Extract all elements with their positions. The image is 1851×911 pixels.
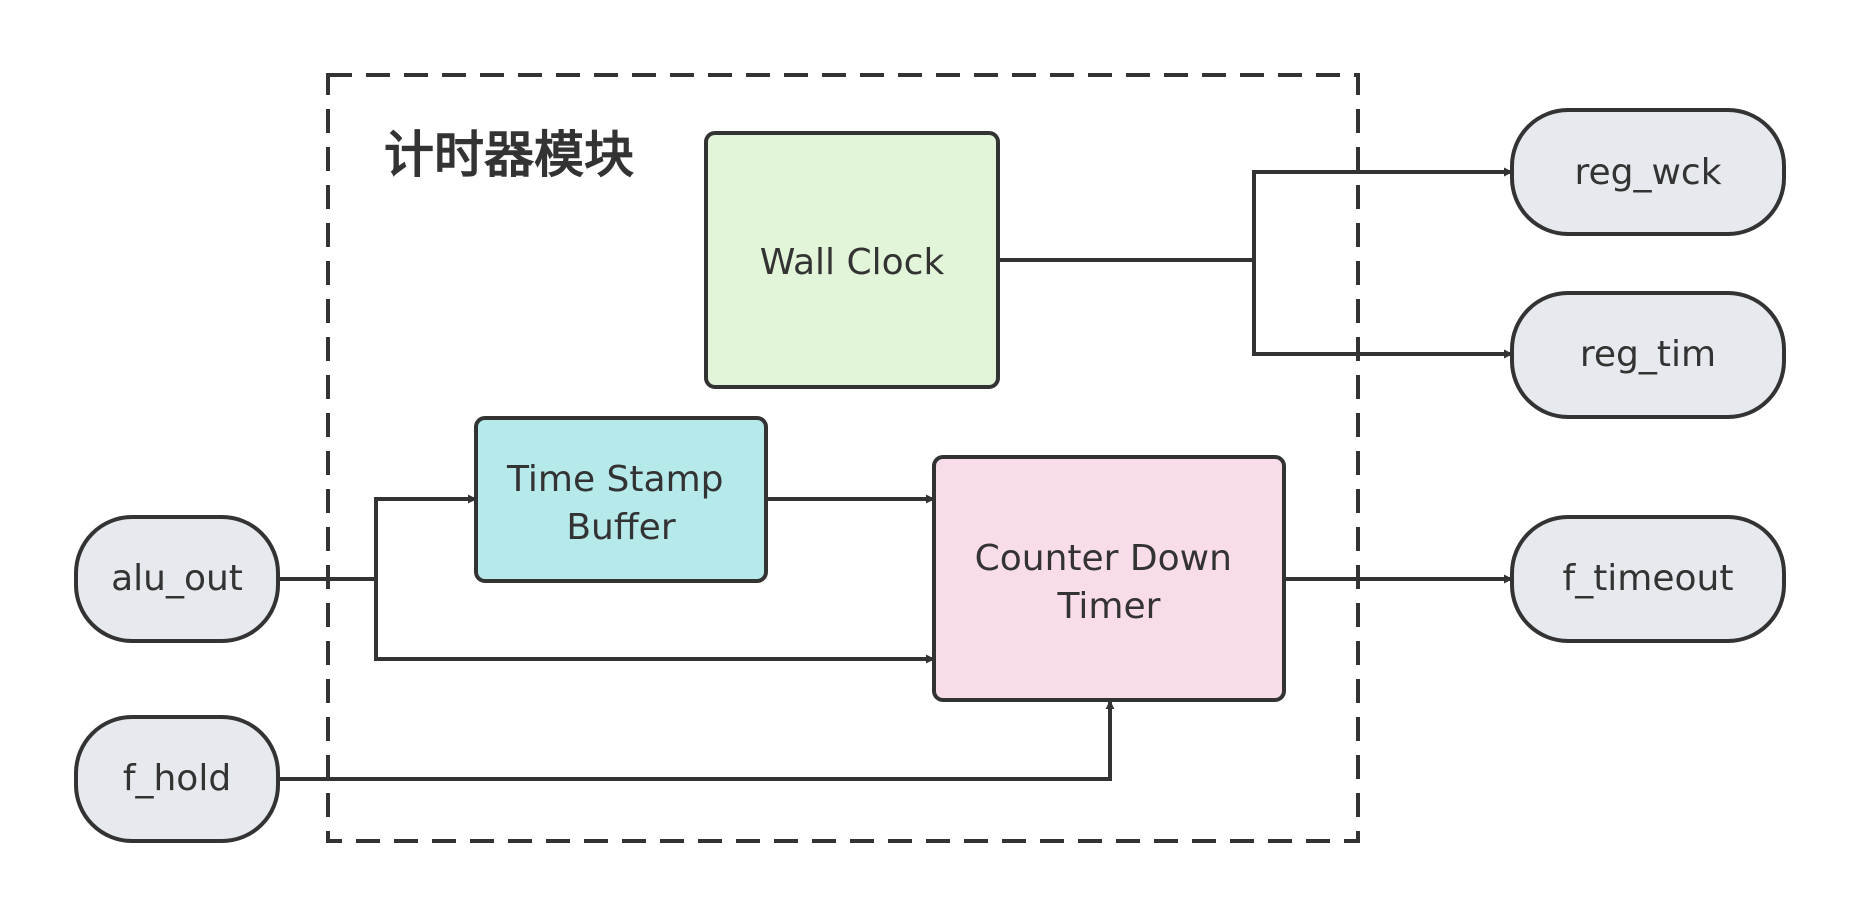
wire-to-time-stamp-buffer [374, 494, 477, 579]
input-alu-out: alu_out [74, 515, 280, 643]
time-stamp-buffer-block: Time Stamp Buffer [474, 416, 768, 583]
wall-clock-label: Wall Clock [760, 242, 945, 283]
input-alu-out-label: alu_out [111, 558, 243, 599]
output-reg-tim: reg_tim [1510, 291, 1786, 419]
wire-alu-out-to-counter [374, 579, 935, 664]
output-f-timeout-label: f_timeout [1563, 558, 1734, 599]
wall-clock-block: Wall Clock [704, 131, 1000, 389]
wire-to-reg-wck [1252, 167, 1513, 260]
output-reg-tim-label: reg_tim [1580, 334, 1716, 375]
output-f-timeout: f_timeout [1510, 515, 1786, 643]
output-reg-wck: reg_wck [1510, 108, 1786, 236]
time-stamp-buffer-label-line2: Buffer [566, 507, 675, 548]
output-reg-wck-label: reg_wck [1574, 152, 1721, 193]
counter-down-timer-label-line2: Timer [1057, 586, 1161, 627]
time-stamp-buffer-label-line1: Time Stamp [506, 459, 724, 500]
wire-f-hold-to-counter [278, 700, 1115, 781]
counter-down-timer-block: Counter Down Timer [932, 455, 1286, 702]
timer-module-diagram: 计时器模块 Wall Clock Time Stamp Buffer Count… [74, 73, 1786, 843]
input-f-hold-label: f_hold [123, 758, 231, 799]
wire-to-reg-tim [1252, 260, 1513, 359]
module-title: 计时器模块 [384, 126, 634, 184]
counter-down-timer-label-line1: Counter Down [975, 538, 1232, 579]
input-f-hold: f_hold [74, 715, 280, 843]
